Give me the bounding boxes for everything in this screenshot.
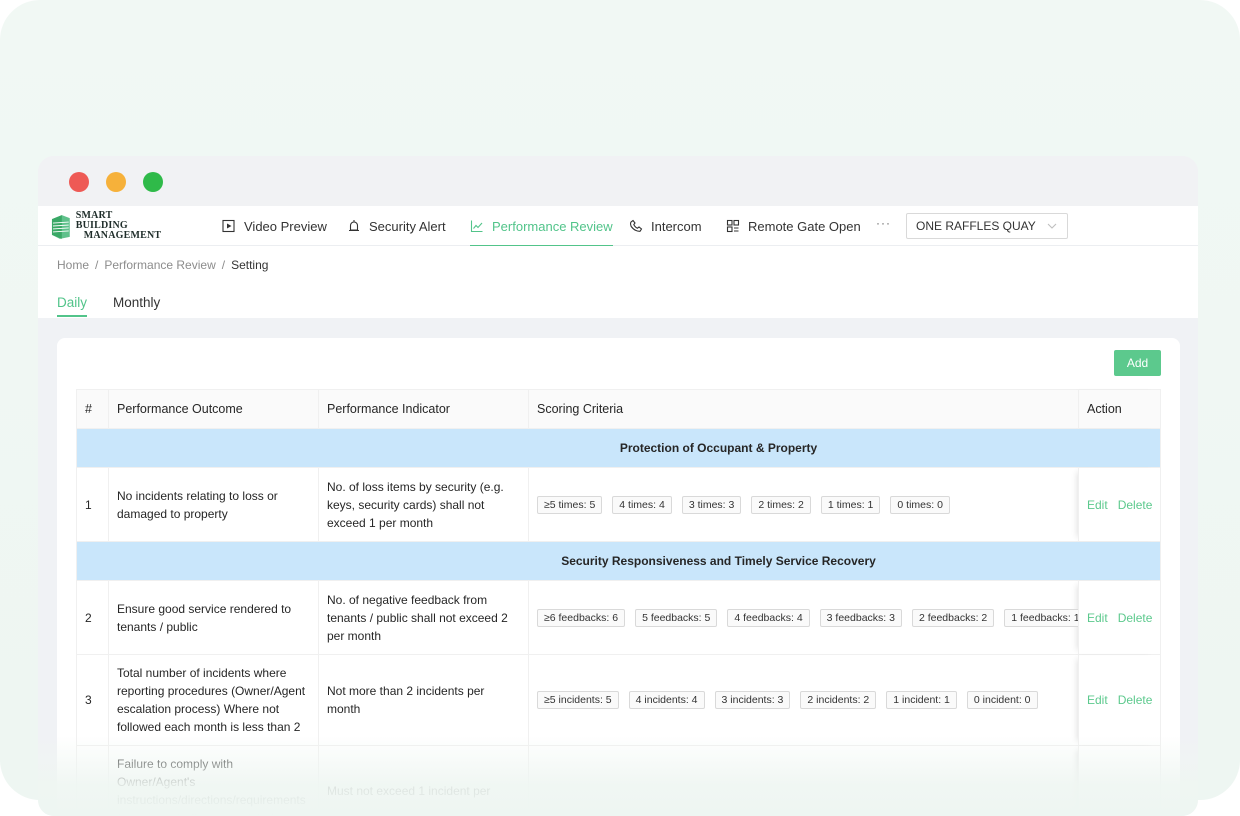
chevron-down-icon — [1047, 223, 1057, 229]
row-outcome: Total number of incidents where reportin… — [109, 655, 319, 745]
top-navbar: SMART BUILDING MANAGEMENT Video Preview … — [38, 206, 1198, 247]
table-row: 2 Ensure good service rendered to tenant… — [77, 581, 1160, 655]
row-outcome: Failure to comply with Owner/Agent's ins… — [109, 746, 319, 816]
row-number: 2 — [77, 581, 109, 654]
row-outcome: No incidents relating to loss or damaged… — [109, 468, 319, 541]
score-tag: 1 times: 1 — [820, 495, 881, 514]
app-window: SMART BUILDING MANAGEMENT Video Preview … — [38, 156, 1198, 816]
col-action-header: Action — [1079, 390, 1160, 428]
edit-link[interactable]: Edit — [1087, 609, 1108, 627]
score-tag: ≥5 incidents: 5 — [537, 691, 619, 709]
col-indicator-header: Performance Indicator — [319, 390, 529, 428]
nav-label: Intercom — [651, 218, 702, 234]
nav-label: Security Alert — [369, 218, 446, 234]
more-menu-icon[interactable]: ··· — [876, 216, 891, 230]
delete-link[interactable]: Delete — [1118, 496, 1153, 514]
settings-card: Add # Performance Outcome Performance In… — [57, 338, 1180, 816]
score-tag: 5 feedbacks: 5 — [635, 608, 718, 627]
score-tag: 0 incident: 0 — [966, 691, 1038, 709]
delete-link[interactable]: Delete — [1118, 691, 1153, 709]
score-tag: ≥6 feedbacks: 6 — [537, 608, 626, 627]
row-number: 1 — [77, 468, 109, 541]
brand-name: SMART BUILDING MANAGEMENT — [76, 211, 166, 241]
row-actions — [1079, 746, 1160, 816]
row-actions: Edit Delete — [1079, 468, 1160, 541]
row-indicator: Not more than 2 incidents per month — [319, 655, 529, 745]
group-title: Security Responsiveness and Timely Servi… — [77, 542, 1160, 580]
close-window-button[interactable] — [69, 172, 89, 192]
score-tag: 0 times: 0 — [890, 495, 950, 514]
row-actions: Edit Delete — [1079, 655, 1160, 745]
score-tag: ≥5 times: 5 — [537, 495, 603, 514]
breadcrumb-home[interactable]: Home — [57, 258, 89, 272]
col-scoring-header: Scoring Criteria — [529, 390, 1079, 428]
score-tag: 3 feedbacks: 3 — [819, 608, 902, 627]
row-actions: Edit Delete — [1079, 581, 1160, 654]
group-row: Protection of Occupant & Property — [77, 429, 1160, 468]
row-scoring: ≥6 feedbacks: 6 5 feedbacks: 5 4 feedbacks… — [529, 581, 1079, 654]
play-square-icon — [222, 219, 235, 233]
nav-video-preview[interactable]: Video Preview — [222, 206, 327, 246]
breadcrumb-section[interactable]: Performance Review — [104, 258, 215, 272]
brand-logo[interactable]: SMART BUILDING MANAGEMENT — [50, 211, 166, 241]
score-tag: 3 incidents: 3 — [714, 691, 791, 709]
row-indicator: Must not exceed 1 incident per — [319, 746, 529, 816]
building-logo-icon — [51, 215, 70, 239]
nav-security-alert[interactable]: Security Alert — [347, 206, 446, 246]
window-titlebar — [38, 156, 1198, 206]
row-indicator: No. of negative feedback from tenants / … — [319, 581, 529, 654]
score-tag: 2 times: 2 — [751, 495, 811, 514]
edit-link[interactable]: Edit — [1087, 496, 1108, 514]
score-tag: 1 feedbacks: 1 — [1004, 608, 1078, 627]
table-row: 1 No incidents relating to loss or damag… — [77, 468, 1160, 542]
table-row: 3 Total number of incidents where report… — [77, 655, 1160, 746]
nav-label: Video Preview — [244, 218, 327, 234]
row-scoring: ≥5 times: 5 4 times: 4 3 times: 3 2 times: … — [529, 468, 1079, 541]
scoring-table: # Performance Outcome Performance Indica… — [76, 389, 1161, 816]
row-scoring — [529, 746, 1079, 816]
score-tag: 2 incidents: 2 — [800, 691, 877, 709]
row-indicator: No. of loss items by security (e.g. keys… — [319, 468, 529, 541]
breadcrumb-current: Setting — [231, 258, 269, 272]
score-tag: 3 times: 3 — [681, 495, 742, 514]
add-button[interactable]: Add — [1114, 350, 1161, 376]
nav-label: Remote Gate Open — [748, 218, 861, 234]
tab-monthly[interactable]: Monthly — [113, 295, 160, 317]
minimize-window-button[interactable] — [106, 172, 126, 192]
phone-icon — [630, 219, 643, 232]
alarm-icon — [349, 220, 359, 232]
site-select[interactable]: ONE RAFFLES QUAY — [906, 213, 1068, 239]
score-tag: 4 incidents: 4 — [628, 691, 705, 709]
nav-label: Performance Review — [492, 218, 613, 234]
group-row: Security Responsiveness and Timely Servi… — [77, 542, 1160, 581]
brand-line-1: SMART BUILDING — [75, 210, 128, 231]
score-tag: 1 incident: 1 — [886, 691, 957, 709]
score-tag: 2 feedbacks: 2 — [911, 608, 995, 627]
page-header: Home / Performance Review / Setting Daily Mo… — [38, 246, 1198, 318]
site-select-value: ONE RAFFLES QUAY — [916, 219, 1036, 233]
brand-line-2: MANAGEMENT — [83, 230, 162, 241]
delete-link[interactable]: Delete — [1118, 609, 1153, 627]
edit-link[interactable]: Edit — [1087, 691, 1108, 709]
table-header: # Performance Outcome Performance Indica… — [77, 390, 1160, 429]
row-outcome: Ensure good service rendered to tenants … — [109, 581, 319, 654]
line-chart-icon — [470, 220, 483, 233]
breadcrumb: Home / Performance Review / Setting — [57, 258, 269, 272]
score-tag: 4 times: 4 — [612, 495, 672, 514]
nav-performance-review[interactable]: Performance Review — [470, 206, 613, 247]
table-row: Failure to comply with Owner/Agent's ins… — [77, 746, 1160, 816]
nav-intercom[interactable]: Intercom — [629, 206, 702, 246]
score-tag: 4 feedbacks: 4 — [727, 608, 810, 627]
row-number: 3 — [77, 655, 109, 745]
group-title: Protection of Occupant & Property — [77, 429, 1160, 467]
row-number — [77, 746, 109, 816]
nav-remote-gate-open[interactable]: Remote Gate Open — [726, 206, 861, 246]
period-tabs: Daily Monthly — [57, 295, 186, 317]
maximize-window-button[interactable] — [143, 172, 163, 192]
tab-daily[interactable]: Daily — [57, 295, 88, 317]
col-outcome-header: Performance Outcome — [109, 390, 319, 428]
row-scoring: ≥5 incidents: 5 4 incidents: 4 3 incidents… — [529, 655, 1079, 745]
col-num-header: # — [77, 390, 109, 428]
gate-icon — [726, 219, 740, 233]
